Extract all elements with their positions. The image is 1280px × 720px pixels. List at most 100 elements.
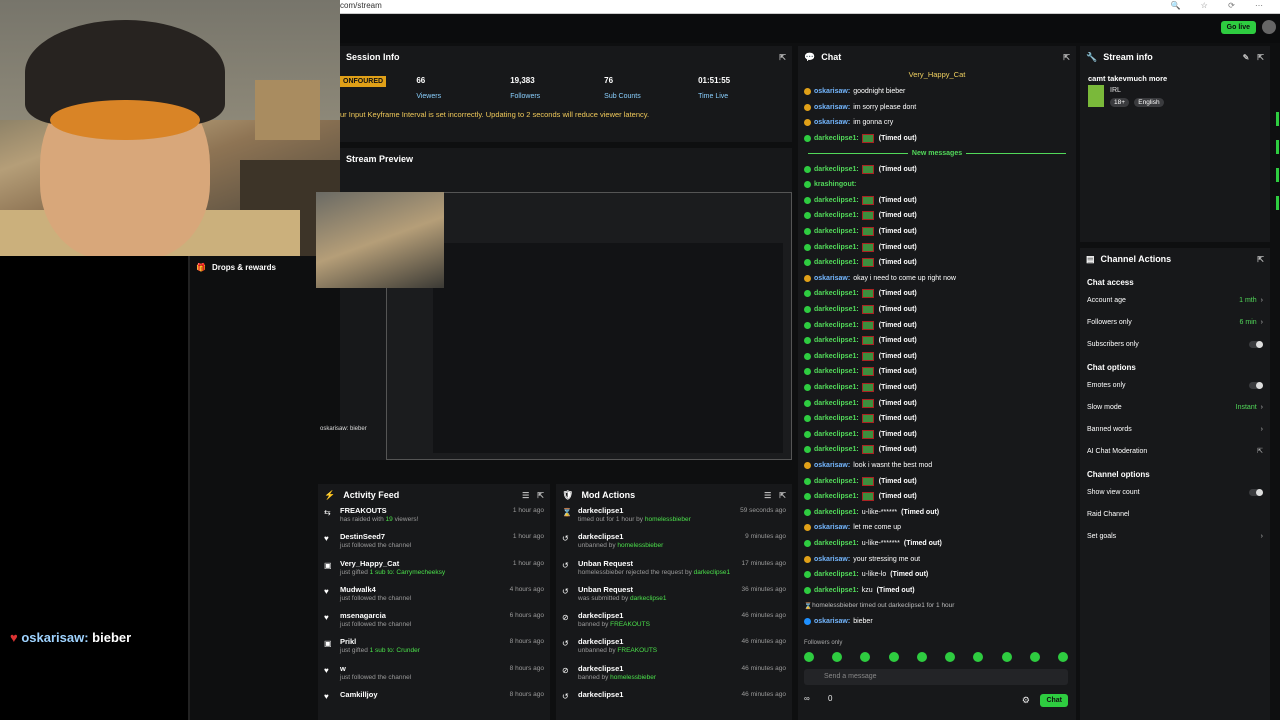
browser-icons[interactable]: 🔍 ☆ ⟳ ⋯	[1170, 1, 1272, 10]
list-item[interactable]: ⌛ darkeclipse1 timed out for 1 hour by hom…	[556, 506, 792, 532]
setting-row[interactable]: Subscribers only	[1080, 333, 1270, 355]
chat-username[interactable]: krashingout:	[814, 181, 856, 188]
chat-username[interactable]: darkeclipse1:	[814, 353, 859, 360]
chat-line: oskarisaw: let me come up	[804, 520, 1070, 536]
chat-line: oskarisaw: goodnight bieber	[804, 84, 1070, 100]
setting-row[interactable]: Show view count	[1080, 481, 1270, 503]
chat-username[interactable]: darkeclipse1:	[814, 415, 859, 422]
list-item[interactable]: ↺ darkeclipse1 unbanned by homelessbieber 9…	[556, 532, 792, 558]
bolt-icon: ⚡	[324, 489, 336, 500]
pinned-user[interactable]: Very_Happy_Cat	[804, 70, 1070, 84]
badge-icon	[804, 228, 811, 236]
chat-username[interactable]: darkeclipse1:	[814, 259, 859, 266]
chat-username[interactable]: darkeclipse1:	[814, 384, 859, 391]
popout-icon[interactable]: ⇱	[1257, 255, 1264, 264]
list-item[interactable]: ↺ darkeclipse1 unbanned by FREAKOUTS 46 min…	[556, 637, 792, 663]
item-detail: just followed the channel	[340, 542, 412, 550]
channel-settings: Chat access Account age 1 mth › Followers on…	[1080, 272, 1270, 547]
followers-only-label: Followers only	[804, 640, 843, 646]
popout-icon[interactable]: ⇱	[779, 491, 786, 500]
toggle-switch[interactable]	[1249, 340, 1263, 348]
chat-username[interactable]: darkeclipse1:	[814, 290, 859, 297]
chat-username[interactable]: darkeclipse1:	[814, 571, 859, 578]
setting-row[interactable]: Account age 1 mth ›	[1080, 289, 1270, 311]
emote-icon	[861, 305, 874, 315]
drops-header[interactable]: 🎁 Drops & rewards	[190, 256, 316, 278]
chat-send-button[interactable]: Chat	[1040, 694, 1068, 707]
avatar[interactable]	[1262, 20, 1276, 34]
chat-username[interactable]: darkeclipse1:	[814, 135, 859, 142]
chat-input[interactable]: Send a message	[804, 669, 1068, 685]
list-item[interactable]: ♥ Mudwalk4 just followed the channel 4 hour…	[318, 585, 550, 611]
chat-username[interactable]: darkeclipse1:	[814, 166, 859, 173]
list-item[interactable]: ♥ Camkilljoy 8 hours ago	[318, 690, 550, 716]
filter-icon[interactable]: ☰	[522, 491, 529, 500]
chat-username[interactable]: darkeclipse1:	[814, 197, 859, 204]
popout-icon[interactable]: ⇱	[1257, 53, 1264, 62]
list-item[interactable]: ⇆ FREAKOUTS has raided with 19 viewers! 1 h…	[318, 506, 550, 532]
chat-username[interactable]: darkeclipse1:	[814, 478, 859, 485]
setting-row[interactable]: Followers only 6 min ›	[1080, 311, 1270, 333]
list-item[interactable]: ⊘ darkeclipse1 banned by homelessbieber 46 …	[556, 664, 792, 690]
chat-username[interactable]: darkeclipse1:	[814, 306, 859, 313]
popout-icon[interactable]: ⇱	[537, 491, 544, 500]
chat-line: darkeclipse1: (Timed out)	[804, 349, 1070, 365]
go-live-button[interactable]: Go live	[1220, 21, 1256, 34]
address-bar[interactable]: com/stream	[340, 0, 382, 12]
gear-icon[interactable]: ⚙	[1022, 695, 1030, 706]
item-name: Unban Request	[578, 584, 634, 594]
item-detail: timed out for 1 hour by homelessbieber	[578, 516, 691, 523]
list-item[interactable]: ▣ Very_Happy_Cat just gifted 1 sub to: Car…	[318, 559, 550, 585]
list-item[interactable]: ↺ darkeclipse1 46 minutes ago	[556, 690, 792, 716]
popout-icon[interactable]: ⇱	[1063, 53, 1070, 62]
toggle-switch[interactable]	[1249, 488, 1263, 496]
chat-username[interactable]: darkeclipse1:	[814, 431, 859, 438]
chat-username[interactable]: darkeclipse1:	[814, 337, 859, 344]
emote-icon	[861, 351, 874, 361]
setting-row[interactable]: Raid Channel	[1080, 503, 1270, 525]
list-item[interactable]: ▣ Prikl just gifted 1 sub to: Crunder 8 hou…	[318, 637, 550, 663]
toggle-switch[interactable]	[1249, 381, 1263, 389]
setting-row[interactable]: Banned words ›	[1080, 418, 1270, 440]
chat-username[interactable]: darkeclipse1:	[814, 400, 859, 407]
chat-username[interactable]: oskarisaw:	[814, 275, 850, 282]
list-item[interactable]: ↺ Unban Request was submitted by darkeclip…	[556, 585, 792, 611]
chat-username[interactable]: darkeclipse1:	[814, 212, 859, 219]
chat-username[interactable]: darkeclipse1:	[814, 493, 859, 500]
list-item[interactable]: ♥ w just followed the channel 8 hours ago	[318, 664, 550, 690]
chat-username[interactable]: oskarisaw:	[814, 104, 850, 111]
chat-username[interactable]: oskarisaw:	[814, 524, 850, 531]
chat-text: u-like-*******	[861, 539, 900, 547]
chat-line: darkeclipse1: kzu (Timed out)	[804, 582, 1070, 598]
chat-username[interactable]: oskarisaw:	[814, 88, 850, 95]
chat-username[interactable]: darkeclipse1:	[814, 509, 859, 516]
item-detail: was submitted by darkeclipse1	[578, 594, 667, 602]
edit-icon[interactable]: ✎	[1243, 53, 1250, 62]
setting-row[interactable]: Set goals ›	[1080, 525, 1270, 547]
chat-username[interactable]: darkeclipse1:	[814, 540, 859, 547]
list-item[interactable]: ↺ Unban Request homelessbieber rejected th…	[556, 559, 792, 585]
filter-icon[interactable]: ☰	[764, 491, 771, 500]
chat-username[interactable]: darkeclipse1:	[814, 368, 859, 375]
setting-row[interactable]: Emotes only	[1080, 374, 1270, 396]
list-item[interactable]: ♥ msenagarcia just followed the channel 6 h…	[318, 611, 550, 637]
chat-line: darkeclipse1: (Timed out)	[804, 239, 1070, 255]
chat-username[interactable]: darkeclipse1:	[814, 587, 859, 594]
chat-username[interactable]: oskarisaw:	[814, 462, 850, 469]
list-item[interactable]: ♥ DestinSeed7 just followed the channel 1 h…	[318, 532, 550, 558]
setting-row[interactable]: Slow mode Instant ›	[1080, 396, 1270, 418]
preview-video[interactable]	[386, 192, 792, 460]
emote-icon	[973, 652, 984, 662]
drops-panel: 🎁 Drops & rewards	[188, 256, 316, 720]
chat-username[interactable]: darkeclipse1:	[814, 446, 859, 453]
popout-icon[interactable]: ⇱	[779, 53, 786, 62]
chat-username[interactable]: darkeclipse1:	[814, 322, 859, 329]
emote-bar[interactable]	[804, 652, 1068, 662]
list-item[interactable]: ⊘ darkeclipse1 banned by FREAKOUTS 46 minut…	[556, 611, 792, 637]
chat-username[interactable]: oskarisaw:	[814, 119, 850, 126]
setting-value: Instant	[1235, 403, 1257, 411]
chat-username[interactable]: darkeclipse1:	[814, 244, 859, 251]
setting-row[interactable]: AI Chat Moderation ⇱	[1080, 440, 1270, 462]
chat-username[interactable]: oskarisaw:	[814, 556, 850, 563]
chat-username[interactable]: darkeclipse1:	[814, 228, 859, 235]
